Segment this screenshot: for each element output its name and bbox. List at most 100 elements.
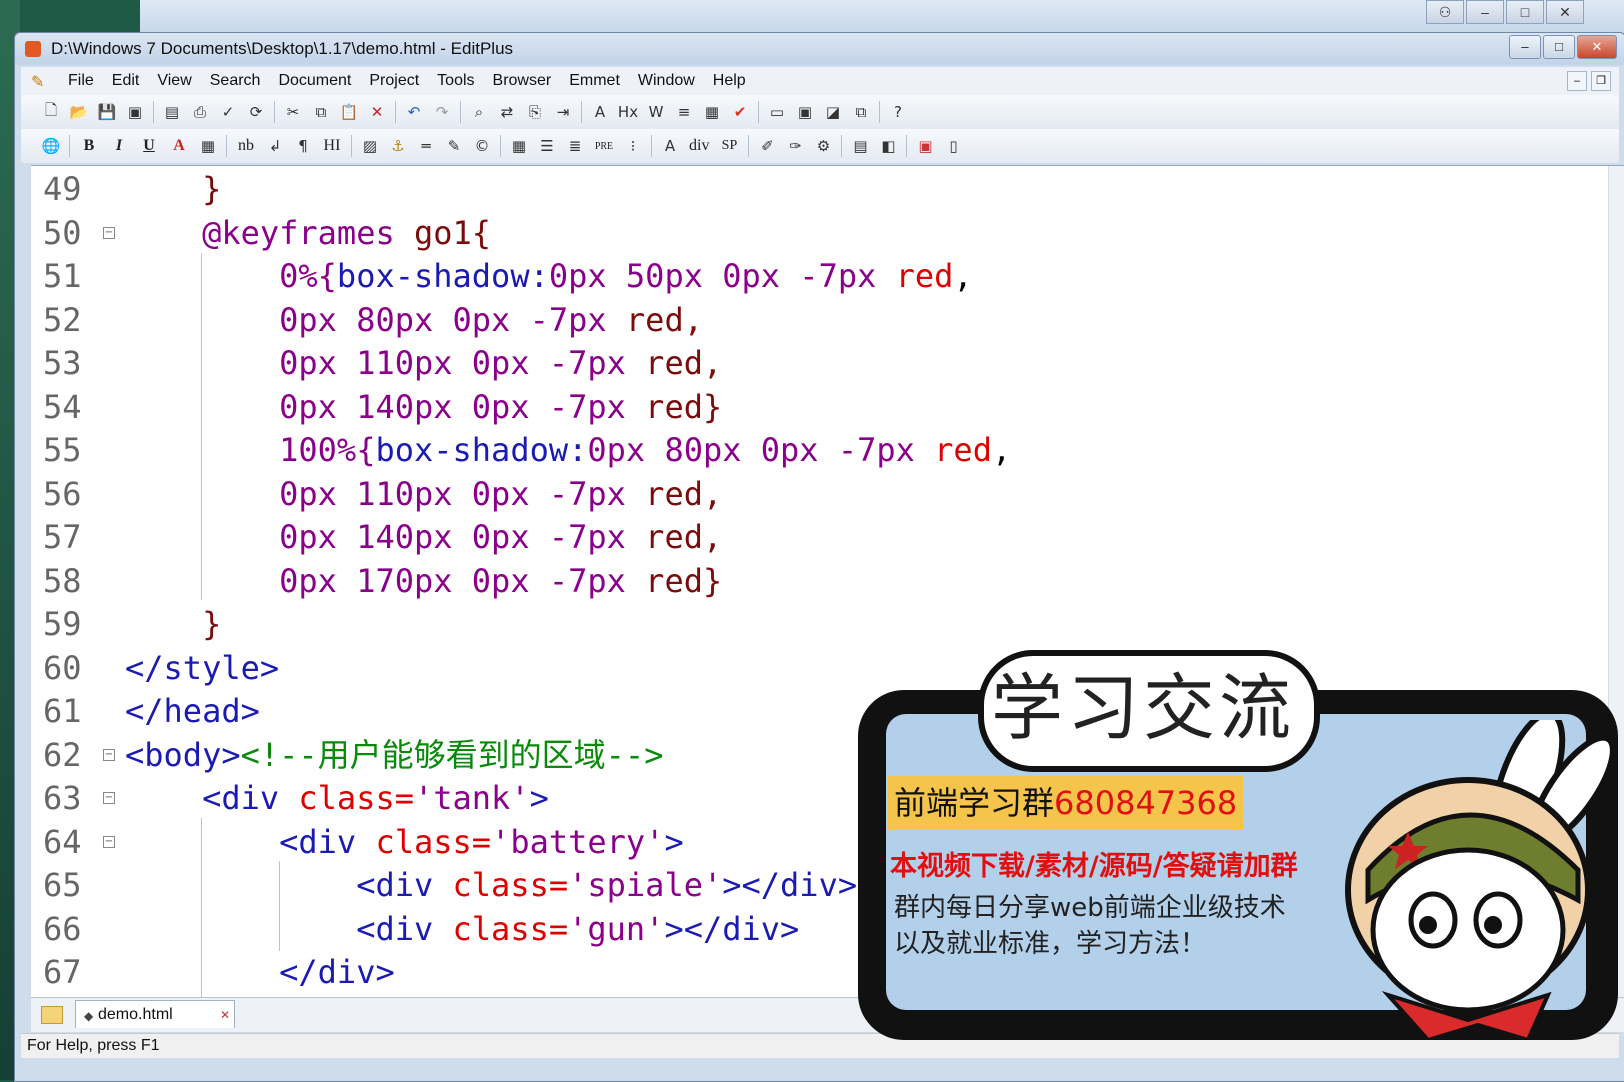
copy-icon[interactable]: ⧉ — [310, 101, 332, 123]
view1-icon[interactable]: ▭ — [766, 101, 788, 123]
edit-icon[interactable]: ✎ — [443, 135, 465, 157]
code-line[interactable]: 57 0px 140px 0px -7px red, — [31, 516, 1624, 559]
close-button[interactable]: ✕ — [1577, 35, 1617, 59]
fold-toggle-icon[interactable]: − — [103, 792, 115, 804]
save-icon[interactable]: 💾 — [96, 101, 118, 123]
maximize-button[interactable]: □ — [1543, 35, 1575, 59]
font-color-button[interactable]: A — [167, 135, 191, 157]
code-line[interactable]: 52 0px 80px 0px -7px red, — [31, 299, 1624, 342]
script-icon[interactable]: ✐ — [756, 135, 778, 157]
underline-button[interactable]: U — [137, 135, 161, 157]
code-line[interactable]: 54 0px 140px 0px -7px red} — [31, 386, 1624, 429]
close-tab-icon[interactable]: ✕ — [220, 1001, 230, 1029]
properties-icon[interactable]: ▯ — [942, 135, 964, 157]
copyright-icon[interactable]: © — [471, 135, 493, 157]
color-picker-icon[interactable]: ▣ — [914, 135, 936, 157]
code-line[interactable]: 49 } — [31, 168, 1624, 211]
hr-icon[interactable]: ═ — [415, 135, 437, 157]
style-icon[interactable]: ✑ — [784, 135, 806, 157]
line-number-icon[interactable]: ≡ — [673, 101, 695, 123]
fold-toggle-icon[interactable]: − — [103, 835, 115, 848]
table-icon[interactable]: ▦ — [508, 135, 530, 157]
div-button[interactable]: div — [687, 135, 711, 157]
column-icon[interactable]: ▦ — [701, 101, 723, 123]
paragraph-icon[interactable]: ¶ — [292, 135, 314, 157]
tools-icon[interactable]: ⚙ — [812, 135, 834, 157]
replace-icon[interactable]: ⇄ — [496, 101, 518, 123]
help-icon[interactable]: ? — [887, 101, 909, 123]
menu-window[interactable]: Window — [629, 72, 704, 90]
user-icon[interactable]: ⚇ — [1426, 0, 1464, 24]
menu-search[interactable]: Search — [201, 72, 270, 90]
paste-icon[interactable]: 📋 — [338, 101, 360, 123]
refresh-icon[interactable]: ⟳ — [245, 101, 267, 123]
print-icon[interactable]: ⎙ — [189, 101, 211, 123]
open-icon[interactable]: 📂 — [68, 101, 90, 123]
view2-icon[interactable]: ▣ — [794, 101, 816, 123]
pre-button[interactable]: PRE — [592, 135, 616, 157]
menu-edit[interactable]: Edit — [103, 72, 149, 90]
fold-toggle-icon[interactable]: − — [103, 226, 115, 239]
align-center-icon[interactable]: ≣ — [564, 135, 586, 157]
new-file-icon[interactable]: 🗋 — [40, 101, 62, 123]
close-icon[interactable]: ✕ — [1546, 0, 1584, 24]
find-icon[interactable]: ⌕ — [468, 101, 490, 123]
code-line[interactable]: 59 } — [31, 603, 1624, 646]
view4-icon[interactable]: ⧉ — [850, 101, 872, 123]
delete-icon[interactable]: ✕ — [366, 101, 388, 123]
form-icon[interactable]: ▤ — [849, 135, 871, 157]
minimize-button[interactable]: – — [1509, 35, 1541, 59]
mdi-restore-button[interactable]: ❐ — [1591, 71, 1611, 91]
tab-demo-html[interactable]: ◆ demo.html ✕ — [75, 1000, 235, 1028]
toolbar-separator — [906, 135, 908, 157]
bold-button[interactable]: B — [77, 135, 101, 157]
minimize-icon[interactable]: – — [1466, 0, 1504, 24]
print-preview-icon[interactable]: ▤ — [161, 101, 183, 123]
menu-tools[interactable]: Tools — [428, 72, 483, 90]
hex-icon[interactable]: Hx — [617, 101, 639, 123]
font-icon[interactable]: A — [589, 101, 611, 123]
menu-project[interactable]: Project — [360, 72, 428, 90]
frame-icon[interactable]: ◧ — [877, 135, 899, 157]
redo-icon[interactable]: ↷ — [431, 101, 453, 123]
code-line[interactable]: 55 100%{box-shadow:0px 80px 0px -7px red… — [31, 429, 1624, 472]
promo-overlay: 学习交流 前端学习群680847368 本视频下载/素材/源码/答疑请加群 群内… — [858, 650, 1624, 1042]
browser-globe-icon[interactable]: 🌐 — [40, 135, 62, 157]
folder-icon[interactable] — [41, 1006, 63, 1024]
check-icon[interactable]: ✔ — [729, 101, 751, 123]
italic-button[interactable]: I — [107, 135, 131, 157]
heading-button[interactable]: HI — [320, 135, 344, 157]
save-all-icon[interactable]: ▣ — [124, 101, 146, 123]
align-left-icon[interactable]: ☰ — [536, 135, 558, 157]
cut-icon[interactable]: ✂ — [282, 101, 304, 123]
view3-icon[interactable]: ◪ — [822, 101, 844, 123]
code-line[interactable]: 56 0px 110px 0px -7px red, — [31, 473, 1624, 516]
line-break-icon[interactable]: ↲ — [264, 135, 286, 157]
span-button[interactable]: SP — [717, 135, 741, 157]
color-grid-icon[interactable]: ▦ — [197, 135, 219, 157]
text-frame-icon[interactable]: A — [659, 135, 681, 157]
image-icon[interactable]: ▨ — [359, 135, 381, 157]
toolbar-separator — [500, 135, 501, 157]
menu-document[interactable]: Document — [269, 72, 360, 90]
fold-toggle-icon[interactable]: − — [103, 748, 115, 761]
code-line[interactable]: 58 0px 170px 0px -7px red} — [31, 560, 1624, 603]
goto-line-icon[interactable]: ⇥ — [552, 101, 574, 123]
code-line[interactable]: 51 0%{box-shadow:0px 50px 0px -7px red, — [31, 255, 1624, 298]
nbsp-button[interactable]: nb — [234, 135, 258, 157]
list-icon[interactable]: ⁝ — [622, 135, 644, 157]
spellcheck-icon[interactable]: ✓ — [217, 101, 239, 123]
menu-file[interactable]: File — [59, 72, 103, 90]
code-line[interactable]: 53 0px 110px 0px -7px red, — [31, 342, 1624, 385]
mdi-minimize-button[interactable]: – — [1567, 71, 1587, 91]
word-wrap-icon[interactable]: W — [645, 101, 667, 123]
undo-icon[interactable]: ↶ — [403, 101, 425, 123]
menu-help[interactable]: Help — [704, 72, 755, 90]
find-in-files-icon[interactable]: ⎘ — [524, 101, 546, 123]
menu-emmet[interactable]: Emmet — [560, 72, 629, 90]
menu-view[interactable]: View — [148, 72, 200, 90]
anchor-icon[interactable]: ⚓ — [387, 135, 409, 157]
maximize-icon[interactable]: □ — [1506, 0, 1544, 24]
menu-browser[interactable]: Browser — [484, 72, 561, 90]
code-line[interactable]: 50 − @keyframes go1{ — [31, 212, 1624, 255]
